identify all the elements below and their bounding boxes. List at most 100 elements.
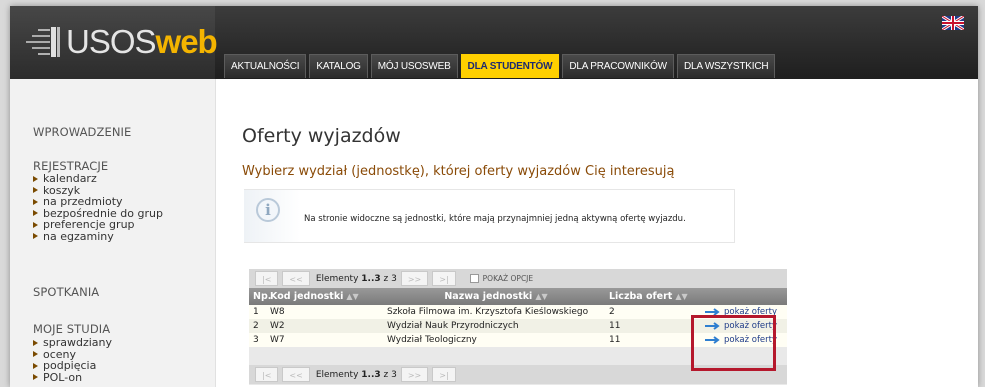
pager-count: Elementy 1..3 z 3 [316,274,397,284]
sidebar-list-rejestracje: kalendarz koszyk na przedmioty bezpośred… [33,173,163,242]
table-header: Np. Kod jednostki ▲▼ Nazwa jednostki ▲▼ Li… [249,288,787,305]
tab-katalog[interactable]: KATALOG [309,54,368,78]
cell-nazwa: Szkoła Filmowa im. Krzysztofa Kieślowski… [387,307,589,317]
bullet-icon [33,339,38,346]
sidebar-item-na-przedmioty[interactable]: na przedmioty [33,196,163,208]
header-kod[interactable]: Kod jednostki ▲▼ [266,291,383,302]
cell-kod: W8 [270,307,285,317]
main-nav-tabs: AKTUALNOŚCI KATALOG MÓJ USOSWEB DLA STUD… [224,54,776,79]
arrow-right-icon [705,322,720,330]
bullet-icon [33,221,38,228]
arrow-right-icon [705,308,720,316]
sidebar-item-label: podpięcia [43,359,97,372]
pager-next-button[interactable]: >> [400,271,429,286]
logo-text-web: web [155,23,218,60]
header-nazwa-label: Nazwa jednostki [444,291,533,302]
show-options-toggle[interactable]: POKAŻ OPCJE [469,274,533,283]
cell-liczba: 11 [609,321,621,331]
cell-kod: W2 [270,321,285,331]
sidebar-list-moje-studia: sprawdziany oceny podpięcia POL-on [33,337,112,383]
sidebar-section-rejestracje[interactable]: REJESTRACJE [33,159,108,173]
sidebar-item-na-egzaminy[interactable]: na egzaminy [33,229,163,243]
header-liczba[interactable]: Liczba ofert ▲▼ [605,291,701,302]
cell-nazwa: Wydział Nauk Przyrodniczych [387,321,519,331]
cell-np: 3 [253,335,259,345]
tab-moj-usosweb[interactable]: MÓJ USOSWEB [370,54,458,78]
sidebar-item-pol-on[interactable]: POL-on [33,370,112,384]
sort-icon[interactable]: ▲▼ [346,292,358,301]
info-icon: i [256,198,280,222]
sidebar-item-preferencje-grup[interactable]: preferencje grup [33,219,163,231]
pager-first-button[interactable]: |< [255,271,279,286]
pager-count-of: z 3 [383,273,397,284]
bullet-icon [33,210,38,217]
header-liczba-label: Liczba ofert [609,291,673,302]
sort-icon[interactable]: ▲▼ [675,292,687,301]
pager-count-of: z 3 [383,369,397,380]
pager-count-prefix: Elementy [315,369,359,380]
header-nazwa[interactable]: Nazwa jednostki ▲▼ [383,291,605,302]
options-checkbox[interactable] [469,274,479,283]
bullet-icon [33,362,38,369]
bullet-icon [33,374,38,381]
cell-np: 1 [253,307,259,317]
pager-prev-button[interactable]: << [282,367,310,382]
sidebar-item-label: na przedmioty [43,195,123,208]
info-box: i Na stronie widoczne są jednostki, któr… [244,189,735,243]
page-subtitle: Wybierz wydział (jednostkę), której ofer… [242,164,675,179]
tab-dla-pracownikow[interactable]: DLA PRACOWNIKÓW [562,54,674,78]
usosweb-logo[interactable]: USOS web [24,22,218,62]
pokaz-oferty-link[interactable]: pokaż oferty [701,321,787,331]
sidebar-item-label: kalendarz [43,172,97,185]
pager-last-button[interactable]: >| [432,271,456,286]
sidebar-item-label: sprawdziany [43,336,113,349]
info-text: Na stronie widoczne są jednostki, które … [304,214,686,224]
sidebar-section-moje-studia[interactable]: MOJE STUDIA [33,322,110,336]
main-content: Oferty wyjazdów Wybierz wydział (jednost… [240,79,970,387]
sidebar: WPROWADZENIE REJESTRACJE kalendarz koszy… [10,79,216,387]
pager-last-button[interactable]: >| [432,367,456,382]
sidebar-item-label: POL-on [43,370,83,384]
pager-prev-button[interactable]: << [282,271,310,286]
sidebar-item-podpiecia[interactable]: podpięcia [33,360,112,372]
pokaz-oferty-link[interactable]: pokaż oferty [701,335,787,345]
pager-next-button[interactable]: >> [400,367,429,382]
pager-count-range: 1..3 [361,369,381,380]
link-label: pokaż oferty [724,321,778,331]
logo-mark-icon [26,27,60,57]
table-row: 1 W8 Szkoła Filmowa im. Krzysztofa Kieśl… [249,305,787,319]
uk-flag-icon[interactable] [942,16,964,30]
sidebar-section-wprowadzenie[interactable]: WPROWADZENIE [33,125,131,139]
sidebar-item-sprawdziany[interactable]: sprawdziany [33,337,112,349]
cell-liczba: 11 [609,335,621,345]
tab-dla-wszystkich[interactable]: DLA WSZYSTKICH [676,54,776,78]
bullet-icon [33,233,38,240]
bullet-icon [33,175,38,182]
sidebar-item-label: na egzaminy [43,229,114,243]
pager-count: Elementy 1..3 z 3 [316,370,397,380]
cell-kod: W7 [270,335,285,345]
link-label: pokaż oferty [724,307,778,317]
pokaz-oferty-link[interactable]: pokaż oferty [701,307,787,317]
tab-dla-studentow[interactable]: DLA STUDENTÓW [460,54,560,78]
arrow-right-icon [705,336,720,344]
table-row: 3 W7 Wydział Teologiczny 11 pokaż oferty [249,333,787,347]
logo-text-usos: USOS [66,23,157,60]
header-kod-label: Kod jednostki [270,291,344,302]
tab-aktualnosci[interactable]: AKTUALNOŚCI [224,54,307,78]
pager-first-button[interactable]: |< [255,367,279,382]
sort-icon[interactable]: ▲▼ [535,292,547,301]
bullet-icon [33,351,38,358]
cell-liczba: 2 [609,307,615,317]
page-title: Oferty wyjazdów [242,125,401,147]
cell-nazwa: Wydział Teologiczny [387,335,477,345]
sidebar-item-kalendarz[interactable]: kalendarz [33,173,163,185]
site-header: USOS web AKTUALNOŚCI KATALOG MÓJ USOSWEB… [10,6,978,79]
units-table: |< << Elementy 1..3 z 3 >> >| POKAŻ OPCJ… [249,269,787,385]
bullet-icon [33,187,38,194]
sidebar-section-spotkania[interactable]: SPOTKANIA [33,285,99,299]
cell-np: 2 [253,321,259,331]
browser-window: USOS web AKTUALNOŚCI KATALOG MÓJ USOSWEB… [10,6,978,387]
link-label: pokaż oferty [724,335,778,345]
pager-count-prefix: Elementy [315,273,359,284]
